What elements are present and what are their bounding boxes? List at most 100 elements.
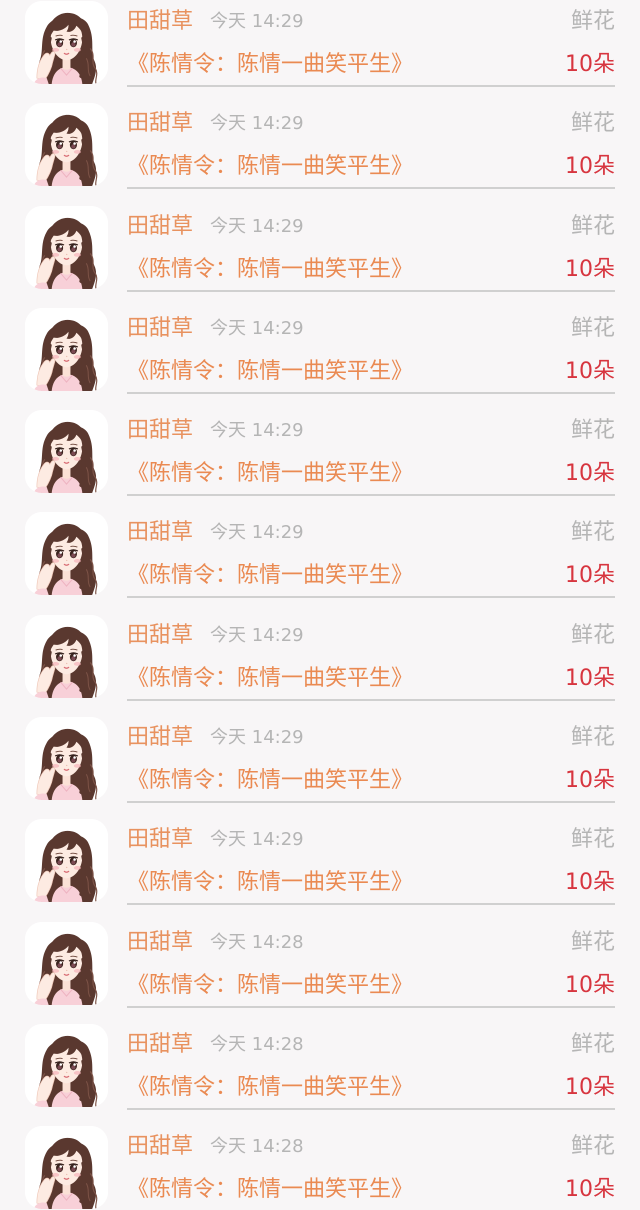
anime-girl-avatar-image [25,1023,108,1107]
anime-girl-avatar-image [25,819,108,903]
user-name[interactable]: 田甜草 [127,1030,193,1060]
record-details: 田甜草 今天 14:29 鲜花 《陈情令：陈情一曲笑平生》 10朵 [127,716,615,804]
record-body: 《陈情令：陈情一曲笑平生》 10朵 [127,357,615,387]
user-avatar[interactable] [25,1,108,84]
record-body: 《陈情令：陈情一曲笑平生》 10朵 [127,766,615,796]
record-header: 田甜草 今天 14:29 鲜花 [127,7,615,37]
gift-time: 今天 14:29 [210,113,304,135]
user-name[interactable]: 田甜草 [127,109,193,139]
record-details: 田甜草 今天 14:29 鲜花 《陈情令：陈情一曲笑平生》 10朵 [127,205,615,292]
user-name[interactable]: 田甜草 [127,1132,193,1162]
user-avatar[interactable] [25,717,108,801]
gift-record-row: 田甜草 今天 14:29 鲜花 《陈情令：陈情一曲笑平生》 10朵 [0,307,640,409]
work-title-link[interactable]: 《陈情令：陈情一曲笑平生》 [127,1073,413,1103]
gift-record-row: 田甜草 今天 14:29 鲜花 《陈情令：陈情一曲笑平生》 10朵 [0,716,640,818]
gift-amount: 10朵 [565,665,615,691]
gift-amount: 10朵 [565,870,615,896]
gift-type-label: 鲜花 [570,418,615,444]
anime-girl-avatar-image [25,1,108,84]
gift-time: 今天 14:29 [210,317,304,339]
user-avatar[interactable] [25,1023,108,1107]
anime-girl-avatar-image [25,717,108,801]
record-details: 田甜草 今天 14:29 鲜花 《陈情令：陈情一曲笑平生》 10朵 [127,409,615,497]
user-avatar[interactable] [25,103,108,187]
gift-type-label: 鲜花 [570,827,615,853]
gift-record-row: 田甜草 今天 14:28 鲜花 《陈情令：陈情一曲笑平生》 10朵 [0,921,640,1023]
record-header: 田甜草 今天 14:29 鲜花 [127,518,615,548]
work-title-link[interactable]: 《陈情令：陈情一曲笑平生》 [127,357,413,387]
work-title-link[interactable]: 《陈情令：陈情一曲笑平生》 [127,971,413,1001]
gift-record-page: 田甜草 今天 14:29 鲜花 《陈情令：陈情一曲笑平生》 10朵 田甜草 今天… [0,0,640,1210]
user-name[interactable]: 田甜草 [127,518,193,548]
gift-amount: 10朵 [565,154,615,180]
work-title-link[interactable]: 《陈情令：陈情一曲笑平生》 [127,152,413,182]
gift-type-label: 鲜花 [570,725,615,751]
gift-time: 今天 14:29 [210,215,304,237]
gift-record-row: 田甜草 今天 14:28 鲜花 《陈情令：陈情一曲笑平生》 10朵 [0,1023,640,1125]
record-header: 田甜草 今天 14:29 鲜花 [127,621,615,651]
record-body: 《陈情令：陈情一曲笑平生》 10朵 [127,255,615,285]
user-name[interactable]: 田甜草 [127,7,193,37]
record-body: 《陈情令：陈情一曲笑平生》 10朵 [127,152,615,182]
user-avatar[interactable] [25,307,108,391]
work-title-link[interactable]: 《陈情令：陈情一曲笑平生》 [127,459,413,489]
record-header: 田甜草 今天 14:29 鲜花 [127,314,615,344]
gift-time: 今天 14:29 [210,522,304,544]
gift-amount: 10朵 [565,1074,615,1100]
record-header: 田甜草 今天 14:29 鲜花 [127,212,615,242]
user-avatar[interactable] [25,512,108,596]
user-avatar[interactable] [25,819,108,903]
work-title-link[interactable]: 《陈情令：陈情一曲笑平生》 [127,664,413,694]
gift-amount: 10朵 [565,563,615,589]
record-details: 田甜草 今天 14:29 鲜花 《陈情令：陈情一曲笑平生》 10朵 [127,818,615,906]
anime-girl-avatar-image [25,512,108,596]
record-details: 田甜草 今天 14:29 鲜花 《陈情令：陈情一曲笑平生》 10朵 [127,102,615,190]
record-body: 《陈情令：陈情一曲笑平生》 10朵 [127,868,615,898]
user-name[interactable]: 田甜草 [127,416,193,446]
anime-girl-avatar-image [25,614,108,698]
user-name[interactable]: 田甜草 [127,825,193,855]
gift-type-label: 鲜花 [570,1031,615,1057]
gift-time: 今天 14:28 [210,1136,304,1158]
gift-type-label: 鲜花 [570,622,615,648]
user-name[interactable]: 田甜草 [127,621,193,651]
record-details: 田甜草 今天 14:28 鲜花 《陈情令：陈情一曲笑平生》 10朵 [127,921,615,1008]
gift-type-label: 鲜花 [570,213,615,239]
record-details: 田甜草 今天 14:29 鲜花 《陈情令：陈情一曲笑平生》 10朵 [127,0,615,87]
work-title-link[interactable]: 《陈情令：陈情一曲笑平生》 [127,1175,413,1205]
work-title-link[interactable]: 《陈情令：陈情一曲笑平生》 [127,255,413,285]
anime-girl-avatar-image [25,410,108,494]
gift-record-row: 田甜草 今天 14:29 鲜花 《陈情令：陈情一曲笑平生》 10朵 [0,205,640,307]
anime-girl-avatar-image [25,307,108,391]
record-body: 《陈情令：陈情一曲笑平生》 10朵 [127,1073,615,1103]
work-title-link[interactable]: 《陈情令：陈情一曲笑平生》 [127,50,413,80]
user-name[interactable]: 田甜草 [127,212,193,242]
work-title-link[interactable]: 《陈情令：陈情一曲笑平生》 [127,766,413,796]
user-name[interactable]: 田甜草 [127,314,193,344]
user-avatar[interactable] [25,205,108,289]
gift-time: 今天 14:28 [210,931,304,953]
record-header: 田甜草 今天 14:29 鲜花 [127,825,615,855]
gift-time: 今天 14:29 [210,11,304,32]
user-name[interactable]: 田甜草 [127,928,193,958]
gift-time: 今天 14:29 [210,420,304,442]
record-body: 《陈情令：陈情一曲笑平生》 10朵 [127,664,615,694]
record-header: 田甜草 今天 14:29 鲜花 [127,723,615,753]
record-header: 田甜草 今天 14:28 鲜花 [127,1030,615,1060]
user-avatar[interactable] [25,921,108,1005]
gift-record-row: 田甜草 今天 14:29 鲜花 《陈情令：陈情一曲笑平生》 10朵 [0,102,640,204]
gift-type-label: 鲜花 [570,929,615,955]
user-avatar[interactable] [25,1126,108,1210]
gift-type-label: 鲜花 [570,1134,615,1160]
gift-amount: 10朵 [565,358,615,384]
work-title-link[interactable]: 《陈情令：陈情一曲笑平生》 [127,868,413,898]
record-header: 田甜草 今天 14:28 鲜花 [127,928,615,958]
work-title-link[interactable]: 《陈情令：陈情一曲笑平生》 [127,561,413,591]
user-avatar[interactable] [25,410,108,494]
gift-amount: 10朵 [565,1177,615,1203]
gift-time: 今天 14:29 [210,624,304,646]
user-avatar[interactable] [25,614,108,698]
user-name[interactable]: 田甜草 [127,723,193,753]
gift-type-label: 鲜花 [570,9,615,34]
record-body: 《陈情令：陈情一曲笑平生》 10朵 [127,1175,615,1205]
